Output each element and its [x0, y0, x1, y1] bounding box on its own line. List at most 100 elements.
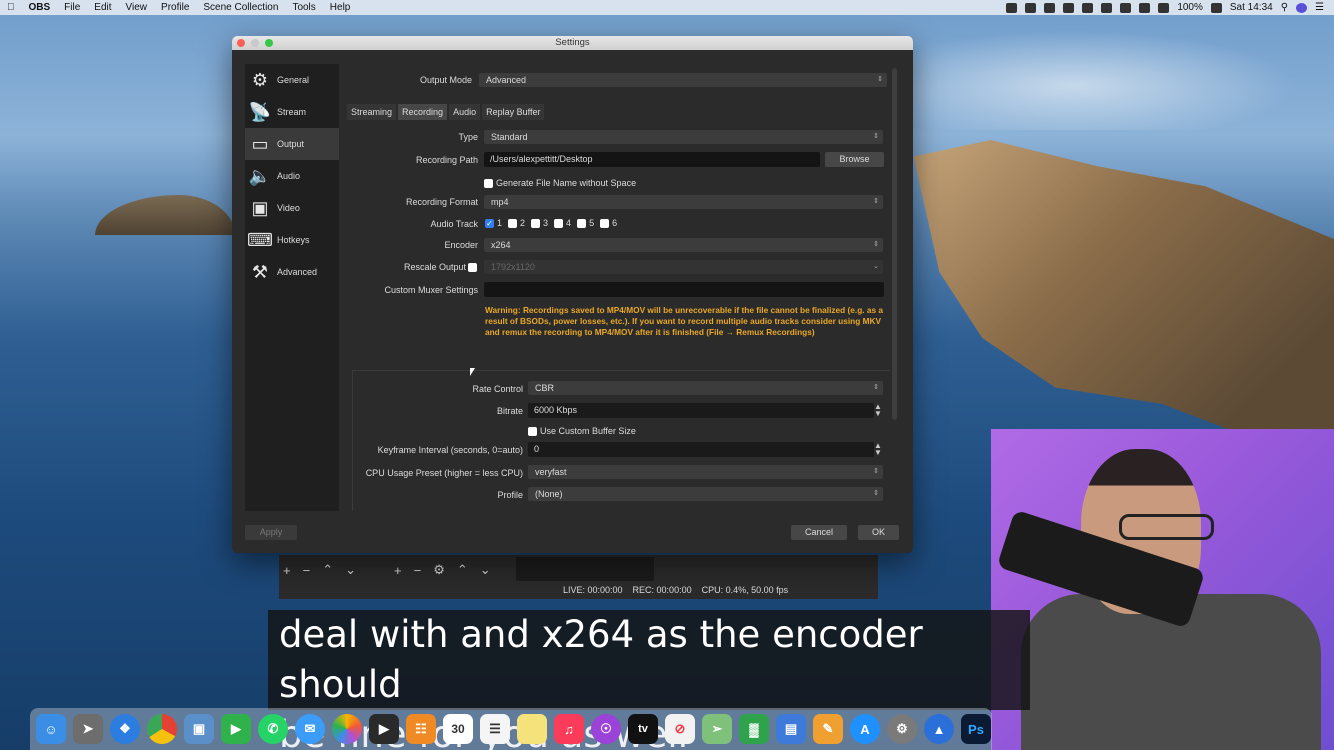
keyframe-interval-input[interactable]: 0 — [528, 442, 874, 457]
custom-muxer-input[interactable] — [484, 282, 884, 297]
news-icon[interactable]: ⊘ — [665, 714, 695, 744]
remove-source-icon[interactable]: − — [414, 563, 422, 578]
photoshop-icon[interactable]: Ps — [961, 714, 991, 744]
apple-tv-icon[interactable]: tv — [628, 714, 658, 744]
instruments-icon[interactable]: ▲ — [924, 714, 954, 744]
menu-tools[interactable]: Tools — [285, 2, 322, 13]
wifi-icon[interactable] — [1139, 2, 1151, 13]
audio-track-4[interactable]: 4 — [554, 218, 571, 229]
bitrate-input[interactable]: 6000 Kbps — [528, 403, 874, 418]
output-mode-select[interactable]: Advanced ⇕ — [479, 73, 887, 87]
app-store-icon[interactable]: A — [850, 714, 880, 744]
menu-edit[interactable]: Edit — [87, 2, 118, 13]
stickies-icon[interactable] — [517, 714, 547, 744]
whatsapp-icon[interactable]: ✆ — [258, 714, 288, 744]
encoder-select[interactable]: x264 ⇕ — [484, 238, 883, 252]
sidebar-item-stream[interactable]: 📡 Stream — [245, 96, 339, 128]
type-select[interactable]: Standard ⇕ — [484, 130, 883, 144]
cancel-button[interactable]: Cancel — [791, 525, 847, 540]
battery-percent[interactable]: 100% — [1177, 2, 1203, 13]
finder-icon[interactable]: ☺ — [36, 714, 66, 744]
books-icon[interactable]: ☷ — [406, 714, 436, 744]
volume-icon[interactable] — [1158, 2, 1170, 13]
status-icon[interactable] — [1082, 2, 1094, 13]
chrome-icon[interactable] — [147, 714, 177, 744]
menu-help[interactable]: Help — [323, 2, 358, 13]
sidebar-item-general[interactable]: ⚙ General — [245, 64, 339, 96]
numbers-icon[interactable]: ▓ — [739, 714, 769, 744]
move-up-icon[interactable]: ⌃ — [322, 562, 333, 578]
window-titlebar[interactable]: Settings — [232, 36, 913, 50]
menu-profile[interactable]: Profile — [154, 2, 196, 13]
audio-track-2[interactable]: 2 — [508, 218, 525, 229]
maps-icon[interactable]: ➢ — [702, 714, 732, 744]
move-down-icon[interactable]: ⌄ — [345, 562, 356, 578]
launchpad-icon[interactable]: ➤ — [73, 714, 103, 744]
clock[interactable]: Sat 14:34 — [1230, 2, 1273, 13]
move-down-icon[interactable]: ⌄ — [480, 562, 491, 578]
bitrate-stepper-icon[interactable]: ▲ ▼ — [874, 403, 882, 418]
minimize-window-button[interactable] — [251, 39, 259, 47]
status-icon[interactable] — [1025, 2, 1037, 13]
tab-streaming[interactable]: Streaming — [347, 104, 397, 120]
system-preferences-icon[interactable]: ⚙ — [887, 714, 917, 744]
audio-track-1[interactable]: ✓ 1 — [485, 218, 502, 229]
apple-menu-icon[interactable]:  — [0, 2, 22, 13]
rescale-output-select[interactable]: 1792x1120 ⌄ — [484, 260, 883, 274]
preview-icon[interactable]: ▣ — [184, 714, 214, 744]
gen-filename-checkbox-row[interactable]: Generate File Name without Space — [484, 178, 636, 188]
custom-buffer-checkbox-row[interactable]: Use Custom Buffer Size — [528, 426, 636, 436]
calendar-icon[interactable]: 30 — [443, 714, 473, 744]
apply-button[interactable]: Apply — [245, 525, 297, 540]
menu-view[interactable]: View — [119, 2, 155, 13]
tab-recording[interactable]: Recording — [398, 104, 448, 120]
status-icon[interactable] — [1006, 2, 1018, 13]
add-scene-icon[interactable]: + — [283, 563, 291, 578]
close-window-button[interactable] — [237, 39, 245, 47]
cpu-preset-select[interactable]: veryfast ⇕ — [528, 465, 883, 479]
photos-icon[interactable] — [332, 714, 362, 744]
battery-icon[interactable] — [1210, 2, 1222, 13]
siri-icon[interactable] — [1296, 2, 1308, 13]
sidebar-item-advanced[interactable]: ⚒ Advanced — [245, 256, 339, 288]
add-source-icon[interactable]: + — [394, 563, 402, 578]
menu-scene-collection[interactable]: Scene Collection — [196, 2, 285, 13]
sidebar-item-hotkeys[interactable]: ⌨ Hotkeys — [245, 224, 339, 256]
sidebar-item-output[interactable]: ▭ Output — [245, 128, 339, 160]
recording-format-select[interactable]: mp4 ⇕ — [484, 195, 883, 209]
tab-replay-buffer[interactable]: Replay Buffer — [482, 104, 545, 120]
podcasts-icon[interactable]: ☉ — [591, 714, 621, 744]
tab-audio[interactable]: Audio — [449, 104, 481, 120]
safari-icon[interactable]: ❖ — [110, 714, 140, 744]
audio-track-3[interactable]: 3 — [531, 218, 548, 229]
sidebar-item-video[interactable]: ▣ Video — [245, 192, 339, 224]
notification-center-icon[interactable]: ☰ — [1315, 2, 1324, 13]
final-cut-icon[interactable]: ▶ — [369, 714, 399, 744]
recording-path-input[interactable]: /Users/alexpettitt/Desktop — [484, 152, 820, 167]
airplay-icon[interactable] — [1101, 2, 1113, 13]
facetime-icon[interactable]: ▶ — [221, 714, 251, 744]
keynote-icon[interactable]: ▤ — [776, 714, 806, 744]
menu-app-name[interactable]: OBS — [22, 2, 58, 13]
audio-track-5[interactable]: 5 — [577, 218, 594, 229]
keyframe-stepper-icon[interactable]: ▲ ▼ — [874, 442, 882, 457]
source-settings-gear-icon[interactable]: ⚙ — [433, 562, 445, 578]
audio-track-6[interactable]: 6 — [600, 218, 617, 229]
move-up-icon[interactable]: ⌃ — [457, 562, 468, 578]
status-icon[interactable] — [1063, 2, 1075, 13]
custom-buffer-checkbox[interactable] — [528, 426, 537, 436]
status-icon[interactable] — [1044, 2, 1056, 13]
remove-scene-icon[interactable]: − — [303, 563, 311, 578]
profile-select[interactable]: (None) ⇕ — [528, 487, 883, 501]
pages-icon[interactable]: ✎ — [813, 714, 843, 744]
menu-file[interactable]: File — [57, 2, 87, 13]
spotlight-search-icon[interactable]: ⚲ — [1281, 2, 1288, 13]
zoom-window-button[interactable] — [265, 39, 273, 47]
ok-button[interactable]: OK — [858, 525, 899, 540]
bluetooth-icon[interactable] — [1120, 2, 1132, 13]
sidebar-item-audio[interactable]: 🔈 Audio — [245, 160, 339, 192]
content-scrollbar[interactable] — [892, 68, 897, 420]
gen-filename-checkbox[interactable] — [484, 178, 493, 188]
messages-icon[interactable]: ✉ — [295, 714, 325, 744]
rescale-output-checkbox[interactable] — [468, 263, 477, 272]
